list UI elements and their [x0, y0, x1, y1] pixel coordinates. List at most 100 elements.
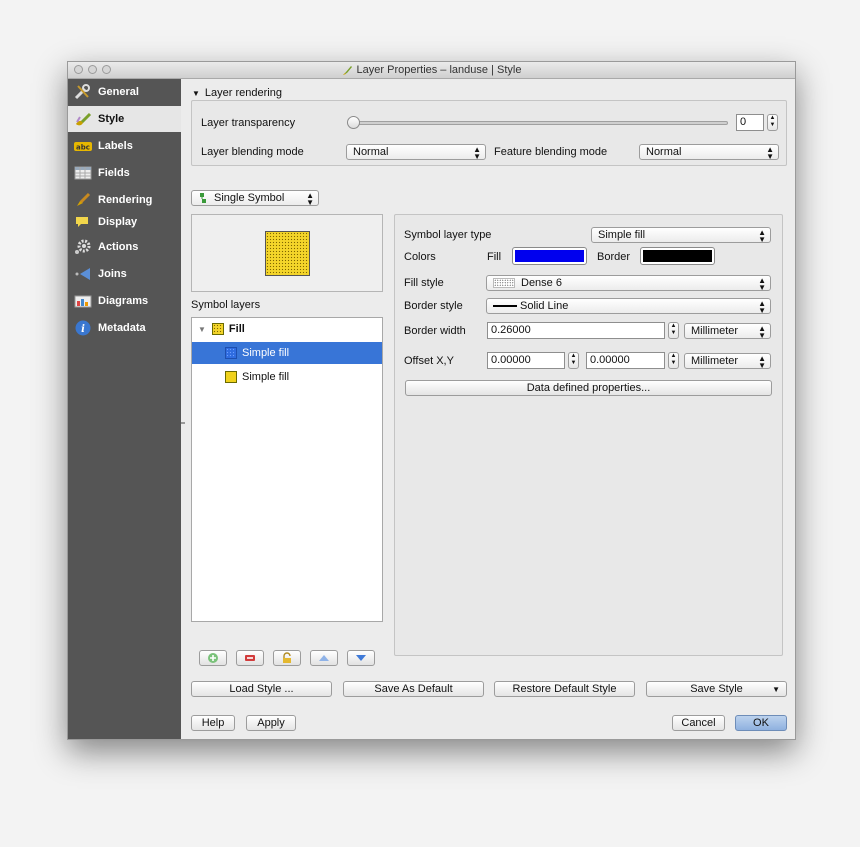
colors-label: Colors [404, 251, 436, 263]
symbol-preview-swatch [265, 231, 310, 276]
updown-arrows-icon: ▲ ▼ [473, 145, 481, 161]
symbol-layer-item-simple-fill-2[interactable]: Simple fill [192, 366, 382, 388]
border-style-select[interactable]: Solid Line ▲ ▼ [486, 298, 771, 315]
sidebar-item-label: General [98, 86, 139, 98]
symbol-layer-type-label: Symbol layer type [404, 229, 492, 241]
layer-blending-select[interactable]: Normal ▲ ▼ [346, 144, 486, 161]
load-style-button[interactable]: Load Style ... [191, 681, 332, 697]
fill-color-label: Fill [487, 251, 502, 263]
move-layer-down-button[interactable] [347, 650, 375, 666]
border-width-label: Border width [404, 325, 466, 337]
fill-style-select[interactable]: Dense 6 ▲ ▼ [486, 275, 771, 292]
sidebar-item-label: Actions [98, 241, 139, 253]
border-color-swatch [643, 250, 712, 262]
fill-style-label: Fill style [404, 277, 444, 289]
save-style-button[interactable]: Save Style ▼ [646, 681, 787, 697]
sidebar-item-label: Metadata [98, 322, 146, 334]
sidebar-item-label: Joins [98, 268, 127, 280]
help-button[interactable]: Help [191, 715, 235, 731]
expand-triangle-icon: ▼ [198, 324, 206, 334]
cancel-button[interactable]: Cancel [672, 715, 725, 731]
symbol-layer-item-simple-fill-1[interactable]: Simple fill [192, 342, 382, 364]
splitter-handle[interactable] [181, 422, 185, 424]
close-window-button[interactable] [74, 65, 83, 74]
minus-icon [245, 655, 255, 661]
border-color-label: Border [597, 251, 631, 263]
border-style-label: Border style [404, 300, 463, 312]
feature-blending-label: Feature blending mode [494, 146, 608, 158]
sidebar-item-label: Labels [98, 140, 133, 152]
sidebar-item-style[interactable]: Style [68, 106, 181, 132]
blue-fill-swatch-icon [225, 347, 237, 359]
layer-rendering-group: Layer transparency 0 ▲ ▼ Layer blending m… [191, 100, 787, 166]
offset-y-spinner[interactable]: ▲ ▼ [668, 352, 679, 369]
sidebar-item-label: Fields [98, 167, 130, 179]
symbol-properties-panel: Symbol layer type Simple fill ▲ ▼ Colors … [394, 214, 783, 656]
svg-text:i: i [81, 324, 85, 335]
symbol-layer-type-select[interactable]: Simple fill ▲ ▼ [591, 227, 771, 244]
chart-icon [74, 293, 92, 309]
sidebar-item-label: Style [98, 113, 125, 125]
ok-button[interactable]: OK [735, 715, 787, 731]
transparency-spinner[interactable]: ▲ ▼ [767, 114, 778, 131]
border-width-spinner[interactable]: ▲ ▼ [668, 322, 679, 339]
feature-blending-select[interactable]: Normal ▲ ▼ [639, 144, 779, 161]
layer-transparency-label: Layer transparency [201, 117, 296, 129]
sidebar-item-label: Display [98, 216, 138, 228]
lock-symbol-layer-button[interactable] [273, 650, 301, 666]
symbol-layer-item-fill[interactable]: ▼ Fill [192, 318, 382, 340]
move-layer-up-button[interactable] [310, 650, 338, 666]
layer-rendering-header[interactable]: ▼ Layer rendering [192, 87, 282, 100]
transparency-slider-track[interactable] [352, 121, 728, 125]
window-title: Layer Properties – landuse | Style [356, 64, 522, 76]
symbol-layers-tree: ▼ Fill Simple fill Simple fill [191, 317, 383, 622]
border-width-unit-select[interactable]: Millimeter ▲ ▼ [684, 323, 771, 340]
zoom-window-button[interactable] [102, 65, 111, 74]
collapse-triangle-icon: ▼ [192, 89, 200, 98]
dropdown-arrow-icon: ▼ [772, 685, 780, 694]
symbol-preview [191, 214, 383, 292]
apply-button[interactable]: Apply [246, 715, 296, 731]
layer-style-icon [342, 65, 352, 75]
minimize-window-button[interactable] [88, 65, 97, 74]
single-symbol-icon [198, 192, 210, 208]
sidebar-item-general[interactable]: General [68, 79, 181, 105]
sidebar-item-actions[interactable]: Actions [68, 234, 181, 260]
sidebar-item-display[interactable]: Display [68, 211, 181, 233]
fill-color-button[interactable] [512, 247, 587, 265]
updown-arrows-icon: ▲ ▼ [766, 145, 774, 161]
border-color-button[interactable] [640, 247, 715, 265]
renderer-type-select[interactable]: Single Symbol ▲ ▼ [191, 190, 319, 208]
table-icon [74, 165, 92, 181]
offset-unit-select[interactable]: Millimeter ▲ ▼ [684, 353, 771, 370]
fill-color-swatch [515, 250, 584, 262]
sidebar-item-diagrams[interactable]: Diagrams [68, 288, 181, 314]
fill-symbol-icon [211, 323, 224, 335]
remove-symbol-layer-button[interactable] [236, 650, 264, 666]
wrench-icon [74, 84, 92, 100]
restore-default-style-button[interactable]: Restore Default Style [494, 681, 635, 697]
brush-icon [74, 192, 92, 208]
info-icon: i [74, 320, 92, 336]
offset-x-input[interactable]: 0.00000 [487, 352, 565, 369]
updown-arrows-icon: ▲ ▼ [758, 276, 766, 292]
add-symbol-layer-button[interactable] [199, 650, 227, 666]
transparency-input[interactable]: 0 [736, 114, 764, 131]
offset-x-spinner[interactable]: ▲ ▼ [568, 352, 579, 369]
join-arrow-icon [74, 266, 92, 282]
data-defined-properties-button[interactable]: Data defined properties... [405, 380, 772, 396]
sidebar: General Style abc Labels Fields Renderin… [68, 79, 181, 739]
transparency-slider-handle[interactable] [347, 116, 360, 129]
sidebar-item-rendering[interactable]: Rendering [68, 187, 181, 213]
sidebar-item-fields[interactable]: Fields [68, 160, 181, 186]
offset-y-input[interactable]: 0.00000 [586, 352, 665, 369]
solid-line-icon [493, 305, 517, 307]
save-as-default-button[interactable]: Save As Default [343, 681, 484, 697]
sidebar-item-label: Diagrams [98, 295, 149, 307]
paintbrush-icon [74, 111, 92, 127]
lock-icon [283, 652, 291, 663]
border-width-input[interactable]: 0.26000 [487, 322, 665, 339]
sidebar-item-labels[interactable]: abc Labels [68, 133, 181, 159]
sidebar-item-metadata[interactable]: i Metadata [68, 315, 181, 341]
sidebar-item-joins[interactable]: Joins [68, 261, 181, 287]
